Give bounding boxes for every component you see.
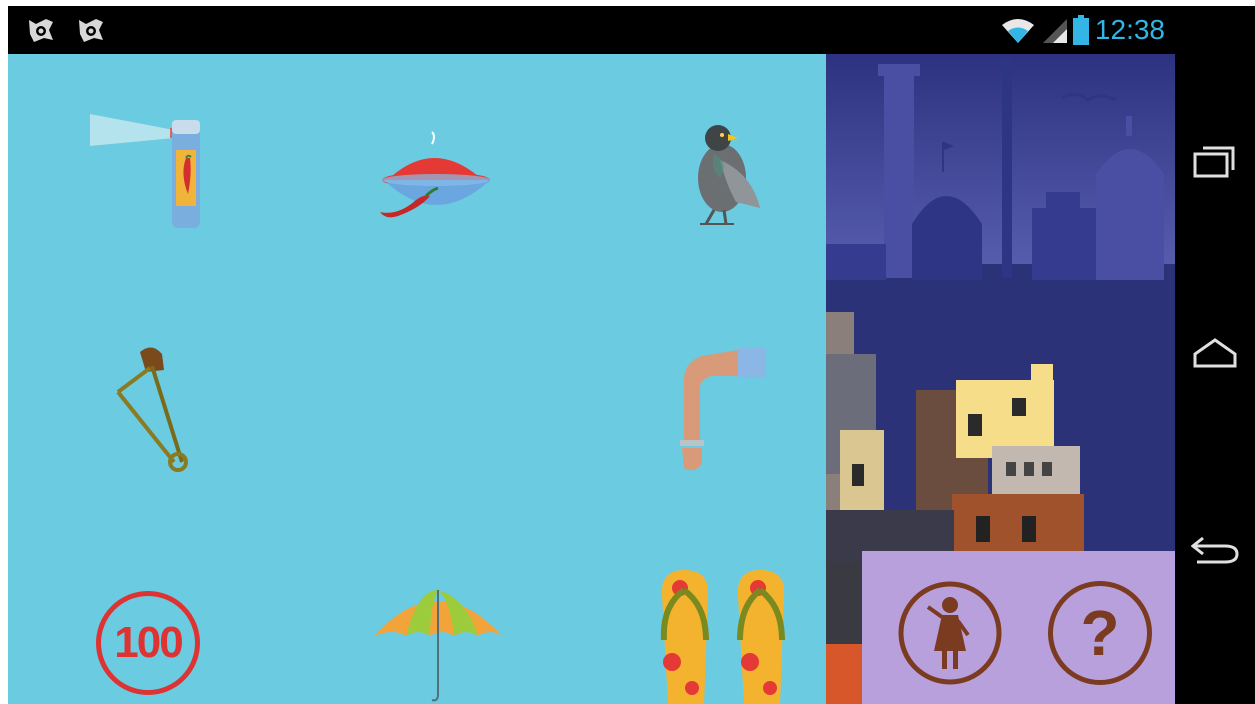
signal-icon xyxy=(1042,19,1067,43)
status-bar: 12:38 xyxy=(8,6,1175,54)
safety-pin-icon[interactable] xyxy=(112,344,196,474)
slippers-icon[interactable] xyxy=(650,566,800,704)
battery-icon xyxy=(1072,15,1089,45)
back-button[interactable] xyxy=(1187,522,1243,578)
game-board: 100 xyxy=(8,54,826,704)
help-button[interactable]: ? xyxy=(1048,581,1152,685)
home-icon xyxy=(1193,338,1237,368)
pepper-spray-icon[interactable] xyxy=(88,112,208,232)
home-button[interactable] xyxy=(1187,324,1243,380)
back-icon xyxy=(1191,536,1239,564)
navigation-bar xyxy=(1175,6,1255,704)
pigeon-icon[interactable] xyxy=(680,118,770,230)
recent-apps-button[interactable] xyxy=(1187,134,1243,190)
girl-figure-icon[interactable] xyxy=(898,581,1002,685)
side-panel: ? xyxy=(826,54,1175,704)
wifi-icon xyxy=(1001,19,1034,43)
app-notification-icon xyxy=(29,19,53,42)
app-notification-icon xyxy=(79,19,103,42)
helpline-number: 100 xyxy=(114,618,183,667)
umbrella-icon[interactable] xyxy=(370,586,506,704)
help-icon: ? xyxy=(1080,597,1120,669)
helpline-badge-icon[interactable]: 100 xyxy=(96,591,200,695)
arm-icon[interactable] xyxy=(672,340,776,480)
chilli-powder-icon[interactable] xyxy=(380,131,490,218)
control-panel: ? xyxy=(862,551,1175,704)
recent-apps-icon xyxy=(1193,146,1235,178)
device-screen: 12:38 100 ? xyxy=(8,6,1255,704)
clock: 12:38 xyxy=(1094,14,1165,45)
status-icons: 12:38 xyxy=(1001,10,1165,50)
